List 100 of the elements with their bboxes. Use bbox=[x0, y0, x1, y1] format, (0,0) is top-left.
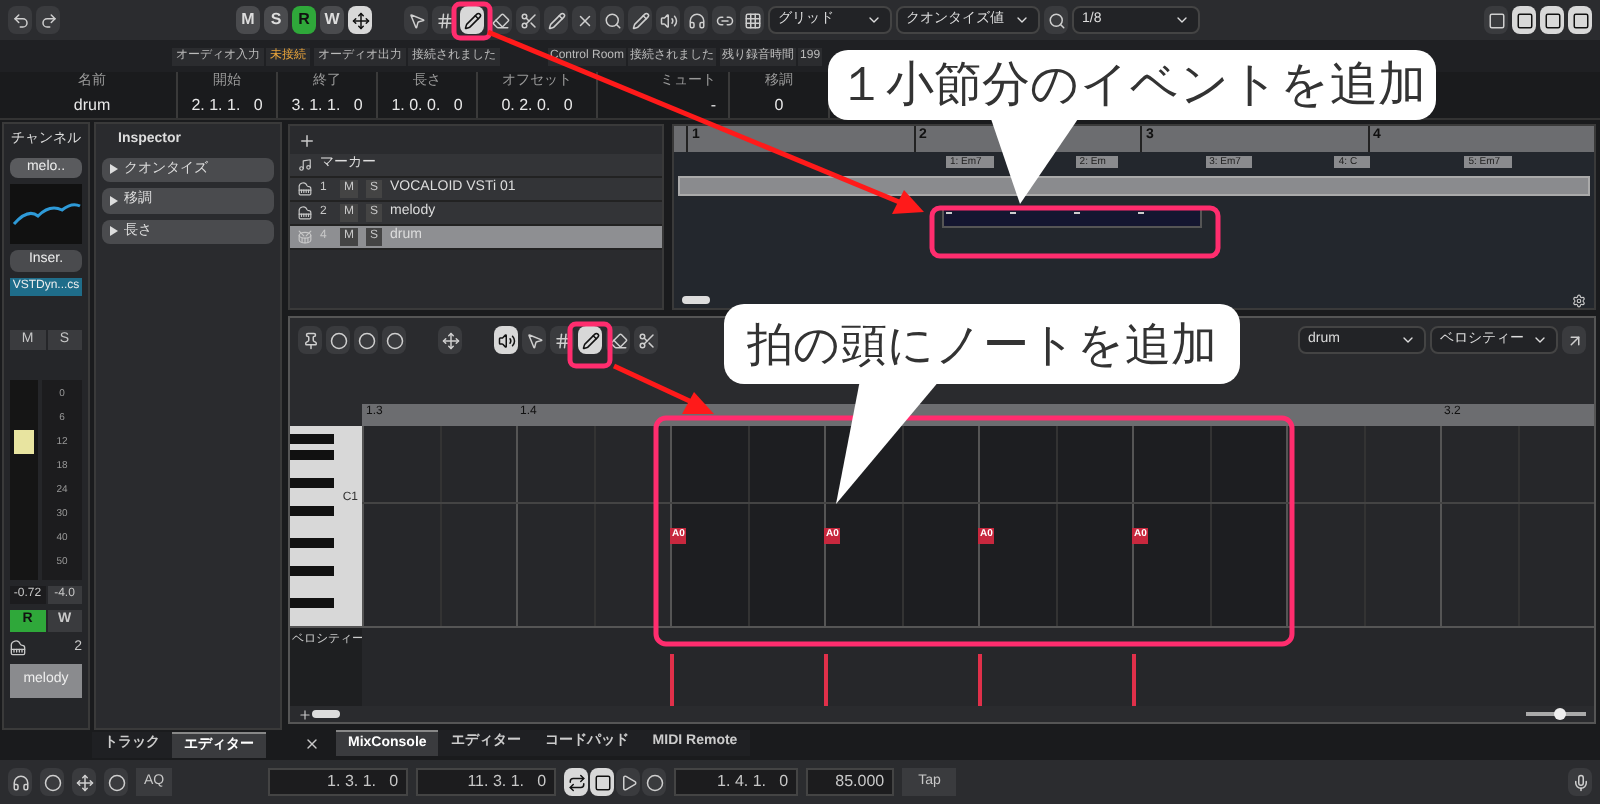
caret-icon bbox=[1532, 332, 1548, 348]
time-field[interactable]: 85.000 bbox=[806, 768, 895, 796]
arrow-icon bbox=[1565, 331, 1583, 349]
quantize-button[interactable] bbox=[1044, 6, 1068, 34]
draw-tool[interactable] bbox=[460, 6, 484, 34]
eraser-icon bbox=[491, 11, 509, 29]
info-value: drum bbox=[73, 93, 111, 118]
circle-icon bbox=[385, 331, 403, 349]
info-value: 0. 2. 0. 0 bbox=[501, 93, 573, 118]
split-tool[interactable] bbox=[634, 326, 658, 354]
pointer-tool[interactable] bbox=[404, 6, 428, 34]
info-value: - bbox=[710, 93, 716, 118]
pointer-tool[interactable] bbox=[522, 326, 546, 354]
link-icon bbox=[715, 11, 733, 29]
highlight-frame bbox=[451, 1, 493, 41]
drum-icon bbox=[298, 230, 312, 244]
caret-icon bbox=[1400, 332, 1416, 348]
split-tool[interactable] bbox=[516, 6, 540, 34]
info-value: 2. 1. 1. 0 bbox=[191, 93, 263, 118]
play-button[interactable] bbox=[616, 768, 641, 796]
pin-button[interactable] bbox=[298, 326, 322, 354]
undo-icon bbox=[11, 11, 29, 29]
time-field[interactable]: 1. 4. 1. 0 bbox=[674, 768, 799, 796]
add-track-icon[interactable] bbox=[298, 131, 316, 149]
instrument-icon bbox=[298, 206, 312, 220]
add-lane-icon[interactable] bbox=[298, 707, 312, 721]
stop-button[interactable] bbox=[590, 768, 615, 796]
pencil-icon bbox=[463, 11, 481, 29]
info-value: 0 bbox=[774, 93, 784, 118]
scrollbar[interactable] bbox=[312, 710, 340, 718]
marker-icon bbox=[298, 158, 312, 172]
fader-thumb[interactable] bbox=[14, 429, 34, 454]
loop-icon bbox=[567, 773, 586, 791]
headphones-icon bbox=[11, 773, 29, 791]
record-button[interactable] bbox=[354, 326, 378, 354]
caret-icon bbox=[1174, 12, 1190, 28]
layout-button[interactable] bbox=[1568, 6, 1592, 34]
caret-icon bbox=[1014, 12, 1030, 28]
pointer-icon bbox=[407, 11, 425, 29]
eq-curve-drawing bbox=[10, 184, 82, 244]
move-icon bbox=[441, 331, 459, 349]
link-button[interactable] bbox=[712, 6, 736, 34]
callout-tail bbox=[836, 380, 940, 504]
close-icon[interactable] bbox=[304, 735, 320, 751]
redo-button[interactable] bbox=[36, 6, 60, 34]
time-field[interactable]: 11. 3. 1. 0 bbox=[416, 768, 557, 796]
pointer-icon bbox=[525, 331, 543, 349]
arrow bbox=[612, 363, 714, 414]
time-field[interactable]: 1. 3. 1. 0 bbox=[268, 768, 409, 796]
layout-button[interactable] bbox=[1540, 6, 1564, 34]
expand-triangle-icon bbox=[110, 226, 118, 237]
close-icon bbox=[575, 11, 593, 29]
layout-button[interactable] bbox=[1484, 6, 1508, 34]
circle-icon bbox=[645, 773, 664, 791]
piano-icon bbox=[10, 639, 26, 656]
pencil-icon bbox=[547, 11, 565, 29]
mic-icon bbox=[1571, 773, 1589, 791]
toggle-button[interactable]: R bbox=[292, 6, 316, 34]
drag-mode-button[interactable] bbox=[438, 326, 462, 354]
circle-icon bbox=[107, 773, 125, 791]
toggle-button[interactable]: W bbox=[320, 6, 344, 34]
toggle-button[interactable]: M bbox=[236, 6, 260, 34]
feedback-button[interactable] bbox=[494, 326, 518, 354]
zoom-slider-thumb[interactable] bbox=[1554, 708, 1567, 720]
scrollbar[interactable] bbox=[682, 296, 710, 304]
highlight-frame bbox=[567, 321, 613, 369]
caret-icon bbox=[866, 12, 882, 28]
move-icon bbox=[75, 773, 93, 791]
zoom-tool[interactable] bbox=[600, 6, 624, 34]
expand-triangle-icon bbox=[110, 195, 118, 206]
instrument-icon bbox=[298, 182, 312, 196]
record-transport-button[interactable] bbox=[642, 768, 667, 796]
toggle-button[interactable]: S bbox=[264, 6, 288, 34]
expand-button[interactable] bbox=[1562, 326, 1586, 354]
stop-icon bbox=[593, 773, 612, 791]
circle-icon bbox=[43, 773, 61, 791]
draw-tool[interactable] bbox=[578, 326, 602, 354]
scissors-icon bbox=[637, 331, 655, 349]
drag-mode-button[interactable] bbox=[348, 6, 372, 34]
range-icon bbox=[553, 331, 571, 349]
layout-button[interactable] bbox=[1512, 6, 1536, 34]
play-icon bbox=[619, 773, 638, 791]
headphones-icon bbox=[687, 11, 705, 29]
eraser-icon bbox=[609, 331, 627, 349]
cycle-button[interactable] bbox=[564, 768, 589, 796]
speaker-icon bbox=[497, 331, 515, 349]
speaker-icon bbox=[659, 11, 677, 29]
snap-button[interactable] bbox=[740, 6, 764, 34]
expand-triangle-icon bbox=[110, 164, 118, 175]
range-icon bbox=[435, 11, 453, 29]
move-icon bbox=[351, 11, 369, 29]
grid-icon bbox=[743, 11, 761, 29]
callout-tail bbox=[990, 116, 1080, 204]
redo-icon bbox=[39, 11, 57, 29]
circle-icon bbox=[329, 331, 347, 349]
scissors-icon bbox=[519, 11, 537, 29]
search-icon bbox=[1047, 11, 1065, 29]
pencil-icon bbox=[581, 331, 599, 349]
settings-icon[interactable] bbox=[1572, 293, 1586, 307]
undo-button[interactable] bbox=[8, 6, 32, 34]
